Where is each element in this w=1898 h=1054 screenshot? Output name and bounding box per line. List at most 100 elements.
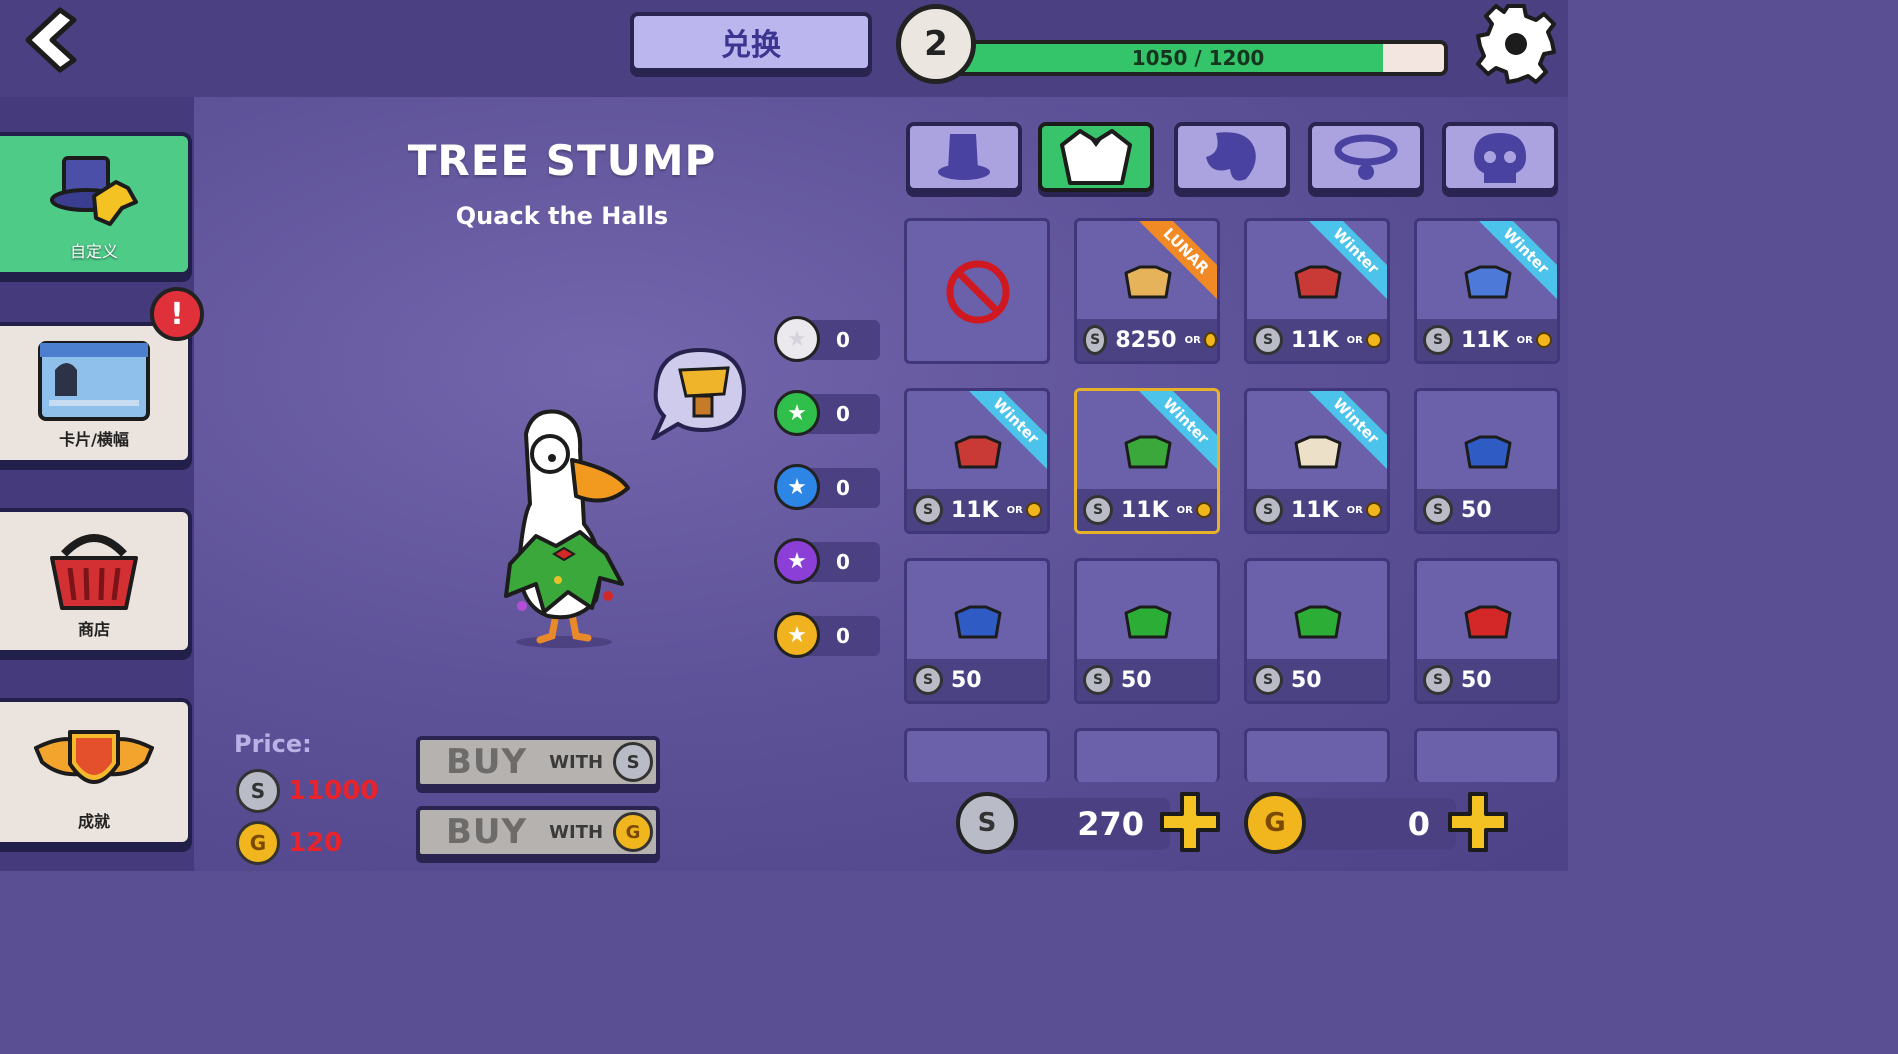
- or-label: OR: [1184, 334, 1201, 346]
- item-cost-value: 50: [1291, 667, 1322, 693]
- sidebar-item-label: 商店: [77, 620, 110, 639]
- sidebar-item-label: 自定义: [69, 242, 118, 261]
- silver-coin-icon: S: [236, 769, 280, 813]
- buy-with-silver-button[interactable]: BUY WITH S: [416, 736, 660, 788]
- gold-coin-icon: G: [236, 821, 280, 865]
- wallet-gold-box: 0: [1290, 798, 1456, 850]
- red-shirt-icon: [1464, 605, 1512, 639]
- grid-item-blue-sweater[interactable]: S 11K OR Winter: [1414, 218, 1560, 364]
- grid-item-blue-scarf[interactable]: S 50: [904, 558, 1050, 704]
- silver-coin-icon: S: [913, 665, 943, 695]
- gold-coin-icon: [1203, 332, 1217, 348]
- grid-item-tree-stump[interactable]: S 11K OR Winter: [1074, 388, 1220, 534]
- exchange-title-button[interactable]: 兑换: [630, 12, 872, 72]
- grid-item-none[interactable]: [904, 218, 1050, 364]
- hair-icon: [1206, 132, 1256, 181]
- silver-coin-icon: S: [1253, 665, 1283, 695]
- silver-coin-icon: S: [1083, 325, 1108, 355]
- no-item-icon: [946, 260, 1010, 324]
- grid-item-red-shirt[interactable]: S 50: [1414, 558, 1560, 704]
- wallet-silver-box: 270: [1000, 798, 1170, 850]
- xp-bar: 1050 / 1200: [948, 40, 1448, 76]
- or-label: OR: [1346, 504, 1363, 516]
- add-gold-button[interactable]: [1446, 790, 1510, 854]
- item-cost-value: 11K: [1121, 497, 1169, 523]
- sidebar-item-shop[interactable]: 商店: [0, 508, 192, 654]
- price-gold-row: G 120: [236, 820, 342, 866]
- tab-masks[interactable]: [1442, 122, 1558, 192]
- grid-item-empty[interactable]: [1244, 728, 1390, 782]
- alert-badge: !: [150, 287, 204, 341]
- level-badge: 2: [896, 4, 976, 84]
- or-label: OR: [1346, 334, 1363, 346]
- green-shirt-icon: [1124, 605, 1172, 639]
- gold-coin-icon: [1365, 332, 1382, 348]
- grid-item-green-shirt[interactable]: S 50: [1074, 558, 1220, 704]
- buy-label: BUY: [446, 812, 528, 852]
- blue-shirt-icon: [1464, 435, 1512, 469]
- blue-sweater-icon: [1464, 265, 1512, 299]
- wallet-silver-value: 270: [1077, 805, 1144, 843]
- buy-label: BUY: [446, 742, 528, 782]
- grid-item-green-scarf[interactable]: S 50: [1244, 558, 1390, 704]
- cream-knit-icon: [1294, 435, 1342, 469]
- tab-collars[interactable]: [1308, 122, 1424, 192]
- silver-coin-icon: S: [956, 792, 1018, 854]
- settings-button[interactable]: [1474, 2, 1558, 86]
- buy-with-gold-button[interactable]: BUY WITH G: [416, 806, 660, 858]
- item-cost-value: 50: [1461, 667, 1492, 693]
- grid-item-blue-shirt[interactable]: S 50: [1414, 388, 1560, 534]
- green-star-token-icon: ★: [774, 390, 820, 436]
- silver-coin-icon: S: [1083, 495, 1113, 525]
- with-label: WITH: [549, 821, 604, 843]
- item-cost: S 11K OR: [1247, 489, 1387, 531]
- price-silver-row: S 11000: [236, 768, 378, 814]
- back-arrow-icon: [25, 7, 77, 73]
- token-count-gold: 0 ★: [774, 612, 880, 658]
- or-label: OR: [1176, 504, 1193, 516]
- red-knit-icon: [954, 435, 1002, 469]
- item-name: TREE STUMP: [407, 136, 717, 185]
- plus-icon: [1448, 792, 1508, 852]
- item-cost-value: 50: [1461, 497, 1492, 523]
- id-card-icon: [38, 341, 150, 421]
- grid-item-cat-costume[interactable]: S 8250 OR LUNAR: [1074, 218, 1220, 364]
- tab-outfits[interactable]: [1038, 122, 1154, 192]
- gold-coin-icon: G: [613, 812, 654, 852]
- goose-character-preview: [504, 409, 630, 648]
- grid-item-red-sweater[interactable]: S 11K OR Winter: [1244, 218, 1390, 364]
- tab-hats[interactable]: [906, 122, 1022, 192]
- add-silver-button[interactable]: [1158, 790, 1222, 854]
- sidebar-item-label: 成就: [77, 812, 110, 831]
- grid-item-cream-knit[interactable]: S 11K OR Winter: [1244, 388, 1390, 534]
- item-cost: S 50: [1247, 659, 1387, 701]
- top-hat-icon: [938, 134, 990, 180]
- white-star-token-icon: ★: [774, 316, 820, 362]
- grid-item-empty[interactable]: [1074, 728, 1220, 782]
- grid-item-empty[interactable]: [1414, 728, 1560, 782]
- gold-coin-icon: [1535, 332, 1552, 348]
- xp-text: 1050 / 1200: [1131, 46, 1265, 70]
- top-hat-glove-icon: [50, 156, 138, 226]
- sidebar-item-cards-banners[interactable]: 卡片/横幅: [0, 322, 192, 464]
- tab-hair[interactable]: [1174, 122, 1290, 192]
- sidebar-item-customize[interactable]: 自定义: [0, 132, 192, 276]
- grid-item-empty[interactable]: [904, 728, 1050, 782]
- blue-star-token-icon: ★: [774, 464, 820, 510]
- grid-item-red-knit[interactable]: S 11K OR Winter: [904, 388, 1050, 534]
- collar-icon: [1334, 134, 1398, 180]
- silver-coin-icon: S: [1083, 665, 1113, 695]
- achievement-badge-icon: [34, 730, 154, 784]
- price-gold-value: 120: [288, 828, 343, 858]
- or-label: OR: [1516, 334, 1533, 346]
- back-button[interactable]: [20, 4, 84, 76]
- shopping-basket-icon: [50, 534, 138, 610]
- item-cost-value: 11K: [1461, 327, 1509, 353]
- item-cost: S 50: [1417, 489, 1557, 531]
- or-label: OR: [1006, 504, 1023, 516]
- skull-mask-icon: [1474, 133, 1526, 183]
- gear-icon: [1476, 4, 1556, 84]
- with-label: WITH: [549, 751, 604, 773]
- item-cost: S 11K OR: [1077, 489, 1217, 531]
- sidebar-item-achievements[interactable]: 成就: [0, 698, 192, 846]
